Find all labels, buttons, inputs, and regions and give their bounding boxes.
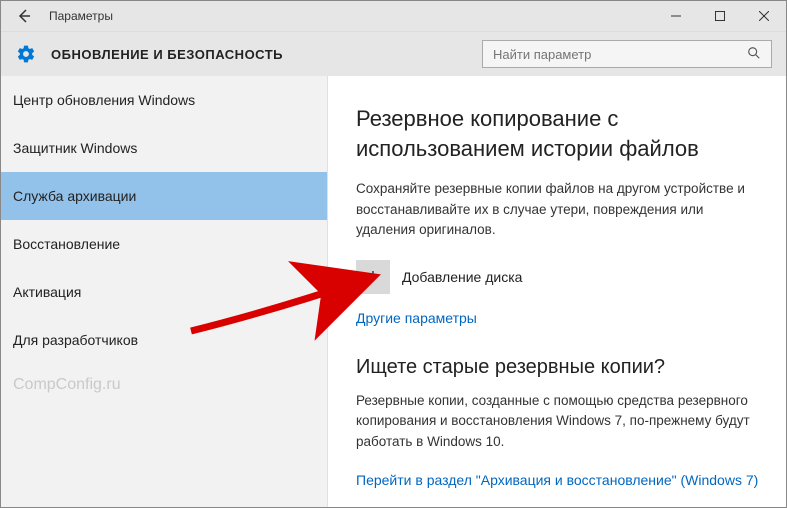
page-description: Сохраняйте резервные копии файлов на дру…: [356, 179, 762, 240]
maximize-button[interactable]: [698, 1, 742, 31]
close-button[interactable]: [742, 1, 786, 31]
header-bar: ОБНОВЛЕНИЕ И БЕЗОПАСНОСТЬ: [1, 32, 786, 76]
sidebar-item-label: Центр обновления Windows: [13, 92, 195, 108]
search-icon[interactable]: [747, 46, 763, 62]
sidebar-item-update[interactable]: Центр обновления Windows: [1, 76, 327, 124]
sidebar-item-backup[interactable]: Служба архивации: [1, 172, 327, 220]
plus-icon: +: [356, 260, 390, 294]
sidebar-item-label: Защитник Windows: [13, 140, 137, 156]
content-pane: Резервное копирование с использованием и…: [328, 76, 786, 508]
search-box[interactable]: [482, 40, 772, 68]
legacy-backup-link[interactable]: Перейти в раздел "Архивация и восстановл…: [356, 472, 758, 488]
title-bar: Параметры: [1, 1, 786, 32]
gear-icon: [15, 43, 37, 65]
legacy-description: Резервные копии, созданные с помощью сре…: [356, 391, 762, 452]
back-button[interactable]: [7, 1, 41, 31]
sidebar-item-label: Активация: [13, 284, 81, 300]
window-title: Параметры: [49, 9, 113, 23]
sidebar-item-label: Служба архивации: [13, 188, 136, 204]
sidebar: Центр обновления Windows Защитник Window…: [1, 76, 328, 508]
add-drive-button[interactable]: + Добавление диска: [356, 260, 762, 294]
sidebar-item-label: Для разработчиков: [13, 332, 138, 348]
search-input[interactable]: [491, 46, 747, 63]
more-options-link[interactable]: Другие параметры: [356, 310, 477, 326]
minimize-button[interactable]: [654, 1, 698, 31]
add-drive-label: Добавление диска: [402, 269, 522, 285]
sidebar-item-label: Восстановление: [13, 236, 120, 252]
sidebar-item-defender[interactable]: Защитник Windows: [1, 124, 327, 172]
sidebar-item-recovery[interactable]: Восстановление: [1, 220, 327, 268]
page-heading: Резервное копирование с использованием и…: [356, 104, 762, 163]
sidebar-item-activation[interactable]: Активация: [1, 268, 327, 316]
sidebar-item-developers[interactable]: Для разработчиков: [1, 316, 327, 364]
legacy-heading: Ищете старые резервные копии?: [356, 356, 762, 379]
section-title: ОБНОВЛЕНИЕ И БЕЗОПАСНОСТЬ: [51, 47, 283, 62]
